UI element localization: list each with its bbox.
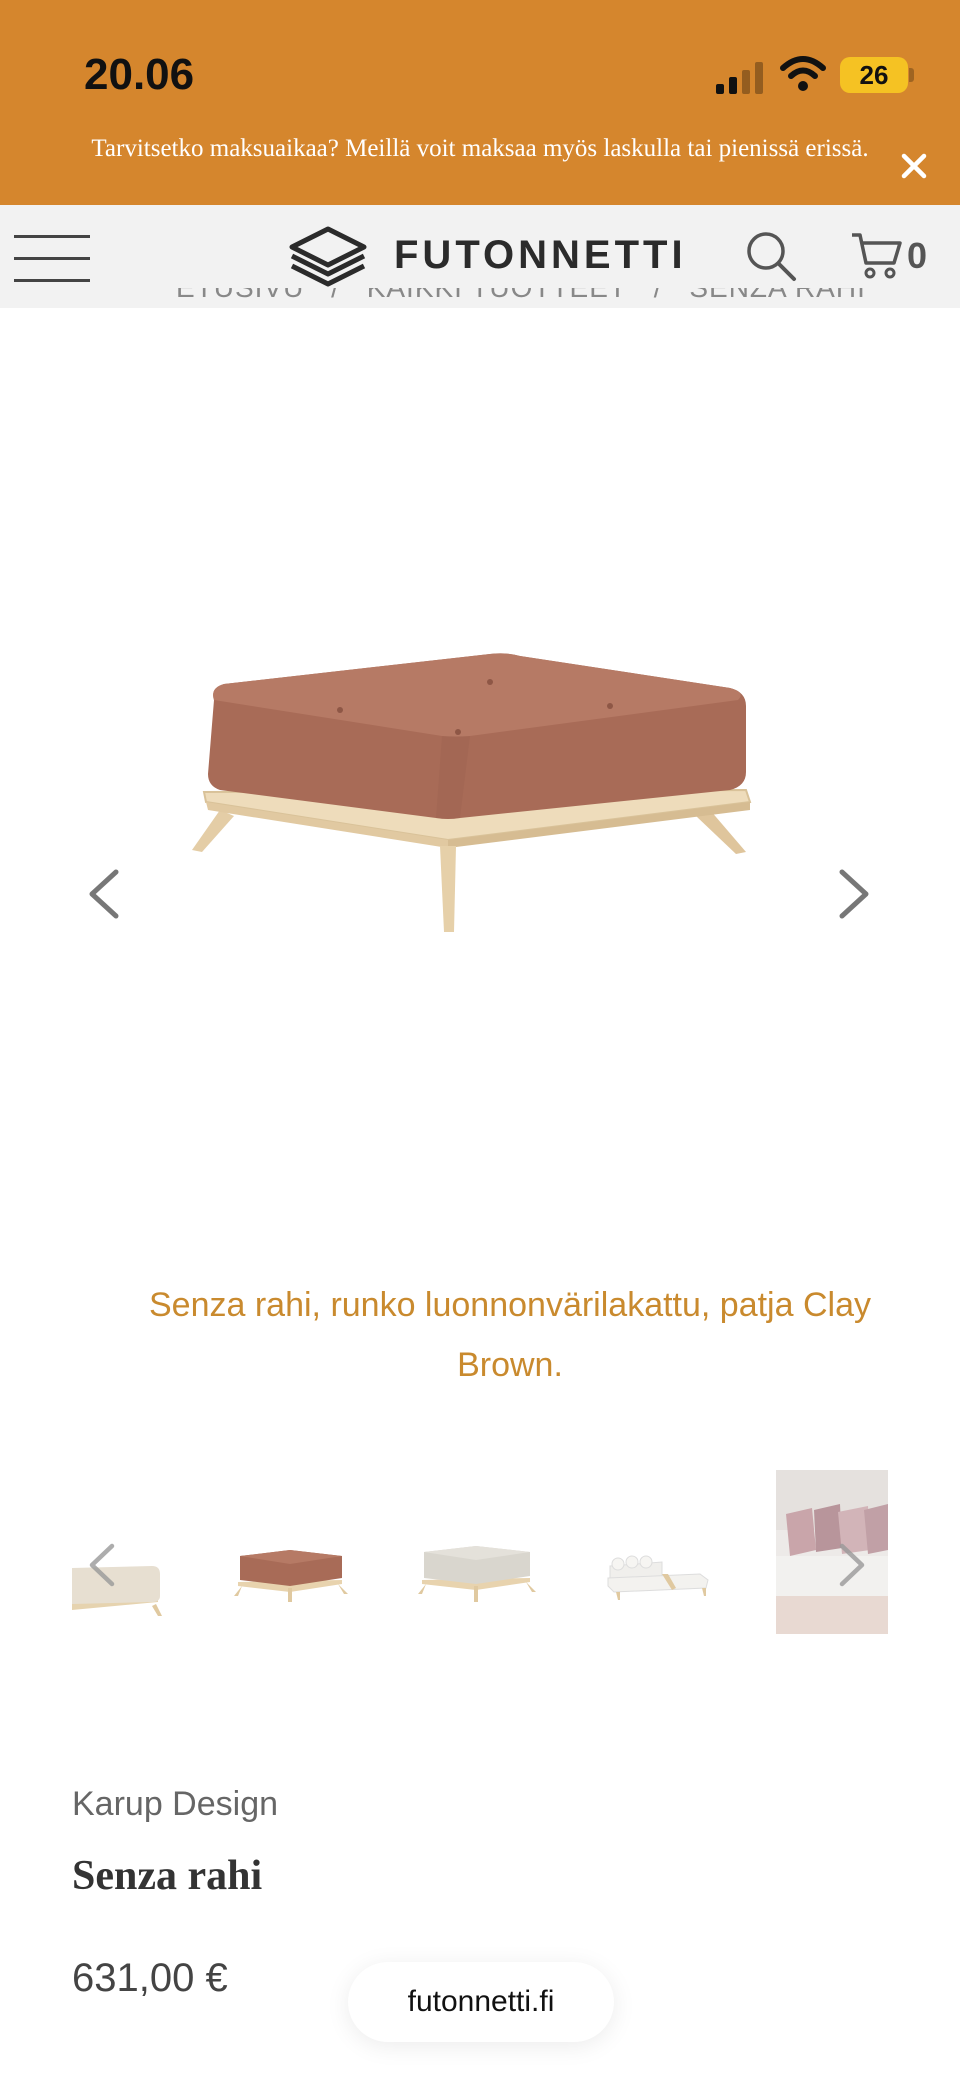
image-caption: Senza rahi, runko luonnonvärilakattu, pa… — [149, 1286, 871, 1384]
wifi-icon — [780, 56, 826, 91]
gallery-next-arrow-icon[interactable] — [834, 868, 874, 920]
battery-level: 26 — [859, 60, 889, 90]
product-title: Senza rahi — [72, 1853, 263, 1899]
breadcrumb-all-products[interactable]: KAIKKI TUOTTEET — [367, 288, 627, 303]
thumbnail-clay-brown-ottoman[interactable] — [230, 1470, 380, 1634]
breadcrumb-separator: / — [331, 288, 340, 303]
product-main-image[interactable] — [190, 640, 760, 940]
thumbnail-white-corner-sofa[interactable] — [602, 1470, 752, 1634]
thumbnail-strip — [72, 1470, 888, 1634]
status-time: 20.06 — [84, 50, 195, 99]
product-brand[interactable]: Karup Design — [72, 1785, 278, 1824]
cart-count[interactable]: 0 — [907, 235, 927, 277]
browser-address-bar[interactable]: futonnetti.fi — [348, 1962, 614, 2042]
cart-icon[interactable] — [850, 231, 902, 281]
search-icon[interactable] — [744, 229, 798, 283]
thumbnail-sofa-with-cushions[interactable] — [776, 1470, 888, 1634]
thumbnail-prev-arrow-icon[interactable] — [86, 1542, 116, 1588]
payment-banner-message: Tarvitsetko maksuaikaa? Meillä voit maks… — [91, 135, 869, 162]
top-banner-area — [0, 0, 960, 205]
battery-tip — [909, 68, 914, 82]
gallery-prev-arrow-icon[interactable] — [84, 868, 124, 920]
breadcrumb-home[interactable]: ETUSIVU — [176, 288, 304, 303]
thumbnail-next-arrow-icon[interactable] — [838, 1542, 868, 1588]
breadcrumb-separator: / — [654, 288, 663, 303]
breadcrumb: ETUSIVU / KAIKKI TUOTTEET / SENZA RAHI — [176, 288, 884, 318]
logo-icon[interactable] — [286, 223, 370, 293]
menu-icon[interactable] — [14, 227, 90, 287]
product-price: 631,00 € — [72, 1956, 228, 2000]
close-icon[interactable] — [896, 148, 932, 184]
cellular-signal-icon — [716, 62, 763, 94]
thumbnail-grey-ottoman[interactable] — [416, 1470, 566, 1634]
logo-text[interactable]: FUTONNETTI — [394, 233, 687, 278]
breadcrumb-current: SENZA RAHI — [689, 288, 865, 303]
